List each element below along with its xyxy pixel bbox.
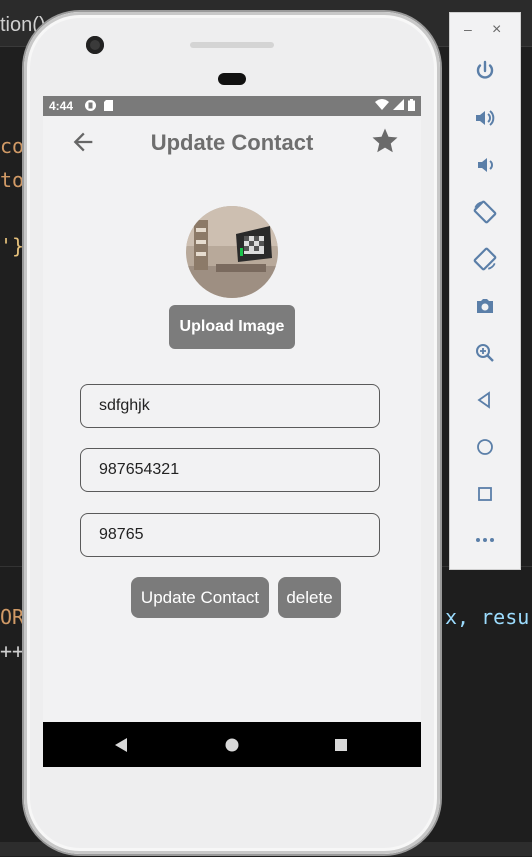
back-icon[interactable]: [470, 385, 500, 415]
code-fragment: x, resu: [445, 605, 530, 629]
overview-icon[interactable]: [470, 479, 500, 509]
emulator-toolbar: – ×: [449, 12, 521, 570]
volume-down-icon[interactable]: [470, 150, 500, 180]
app-notification-icon: [85, 100, 96, 111]
nav-home-icon[interactable]: [221, 734, 243, 756]
wifi-icon: [375, 99, 389, 113]
name-field[interactable]: [80, 384, 380, 428]
close-button[interactable]: ×: [492, 21, 501, 39]
phone-field[interactable]: [80, 448, 380, 492]
earpiece-speaker: [190, 42, 274, 48]
more-icon[interactable]: [470, 525, 500, 555]
rotate-right-icon[interactable]: [470, 244, 500, 274]
upload-image-button[interactable]: Upload Image: [169, 305, 295, 349]
signal-icon: [393, 99, 404, 113]
minimize-button[interactable]: –: [464, 21, 472, 37]
delete-button[interactable]: delete: [278, 577, 341, 618]
volume-up-icon[interactable]: [470, 103, 500, 133]
status-bar: 4:44: [43, 96, 421, 116]
android-nav-bar: [43, 722, 421, 767]
proximity-sensor: [218, 73, 246, 85]
code-fragment: ++: [0, 639, 25, 663]
status-time: 4:44: [49, 99, 74, 113]
front-camera-icon: [86, 36, 104, 54]
camera-icon[interactable]: [470, 291, 500, 321]
battery-icon: [408, 98, 415, 114]
update-contact-button[interactable]: Update Contact: [131, 577, 269, 618]
sd-card-icon: [103, 100, 114, 111]
app-bar: Update Contact: [43, 116, 421, 172]
home-icon[interactable]: [470, 432, 500, 462]
number-field[interactable]: [80, 513, 380, 557]
zoom-icon[interactable]: [470, 338, 500, 368]
phone-screen: 4:44 Update Contact Upload Image sdfghjk…: [43, 96, 421, 767]
rotate-left-icon[interactable]: [470, 197, 500, 227]
star-icon[interactable]: [367, 126, 403, 162]
code-fragment: '}: [0, 234, 25, 258]
page-title: Update Contact: [150, 130, 314, 155]
nav-overview-icon[interactable]: [330, 734, 352, 756]
nav-back-icon[interactable]: [111, 734, 133, 756]
power-icon[interactable]: [470, 56, 500, 86]
contact-avatar[interactable]: [186, 206, 278, 298]
